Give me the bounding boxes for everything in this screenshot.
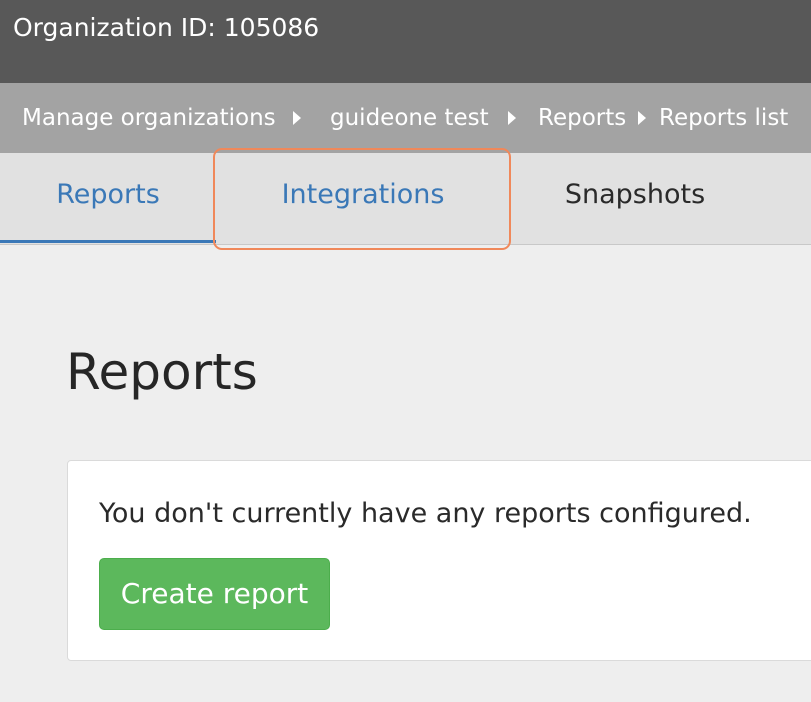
breadcrumb: Manage organizations guideone test Repor…: [0, 83, 811, 153]
empty-state-message: You don't currently have any reports con…: [99, 498, 752, 529]
tab-bar: Reports Integrations Snapshots: [0, 153, 811, 245]
breadcrumb-item-organization[interactable]: guideone test: [330, 103, 489, 133]
breadcrumb-item-reports-list: Reports list: [659, 105, 789, 131]
chevron-right-icon: [638, 111, 646, 125]
tab-integrations[interactable]: Integrations: [216, 153, 510, 245]
page-title: Reports: [66, 343, 258, 401]
chevron-right-icon: [293, 111, 301, 125]
breadcrumb-item-manage-organizations[interactable]: Manage organizations: [22, 103, 276, 133]
tab-reports[interactable]: Reports: [0, 153, 216, 245]
breadcrumb-item-reports[interactable]: Reports: [538, 103, 626, 133]
reports-empty-panel: You don't currently have any reports con…: [67, 460, 811, 661]
chevron-right-icon: [508, 111, 516, 125]
create-report-button[interactable]: Create report: [99, 558, 330, 630]
organization-title: Organization ID: 105086: [13, 13, 320, 42]
top-header: Organization ID: 105086: [0, 0, 811, 83]
tab-snapshots[interactable]: Snapshots: [510, 153, 760, 245]
